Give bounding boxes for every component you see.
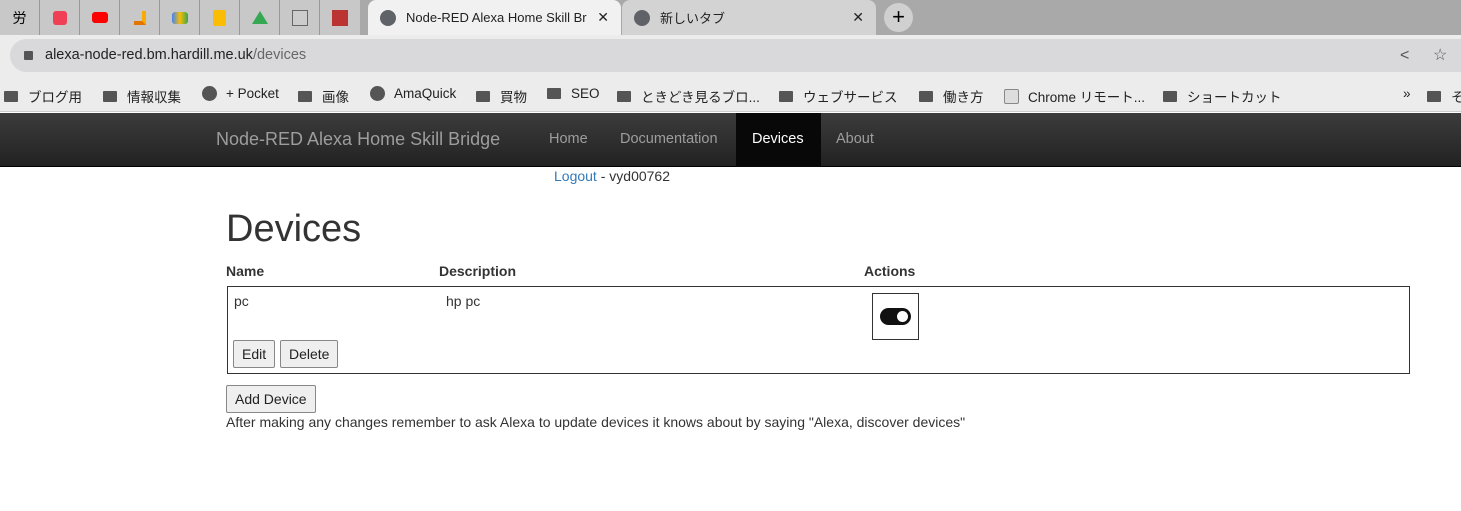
tab-new-tab[interactable]: 新しいタブ ✕	[622, 0, 876, 35]
bookmarks-overflow-button[interactable]: »	[1403, 86, 1411, 101]
pinned-tab-youtube[interactable]	[80, 0, 120, 35]
close-tab-icon[interactable]: ✕	[597, 9, 609, 26]
device-description: hp pc	[446, 293, 481, 309]
folder-icon	[298, 90, 312, 102]
site-image-icon	[291, 9, 308, 26]
page-title: Devices	[226, 208, 362, 250]
drive-icon	[251, 11, 268, 24]
nav-devices[interactable]: Devices	[736, 113, 821, 167]
site-image-icon	[332, 9, 348, 26]
site-brand[interactable]: Node-RED Alexa Home Skill Bridge	[216, 129, 500, 150]
folder-icon	[103, 90, 117, 102]
column-header-name: Name	[226, 263, 265, 279]
bookmark-item[interactable]: 情報収集	[103, 86, 181, 106]
username: vyd00762	[609, 168, 670, 184]
bookmark-item[interactable]: 働き方	[919, 86, 984, 106]
chrome-remote-icon	[1004, 88, 1019, 104]
folder-icon	[547, 88, 561, 99]
analytics-icon	[133, 10, 146, 25]
toggle-switch-on[interactable]	[880, 308, 911, 325]
bookmark-item[interactable]: AmaQuick	[370, 86, 456, 101]
nav-documentation[interactable]: Documentation	[604, 113, 734, 167]
tab-strip: 労 Node-RED Alexa Home Skill Br ✕ 新しいタブ ✕…	[0, 0, 1461, 35]
address-bar[interactable]: alexa-node-red.bm.hardill.me.uk/devices …	[10, 39, 1461, 72]
bookmark-item[interactable]: ブログ用	[4, 86, 82, 106]
pocket-icon	[52, 10, 67, 25]
bookmark-item[interactable]: Chrome リモート...	[1004, 86, 1145, 106]
keep-icon	[213, 9, 226, 26]
device-name: pc	[234, 293, 249, 309]
pinned-tab-kanji[interactable]: 労	[0, 0, 40, 35]
bookmark-item[interactable]: 買物	[476, 86, 527, 106]
google-ads-icon	[171, 11, 188, 24]
bookmark-item[interactable]: ウェブサービス	[779, 86, 898, 106]
folder-icon	[779, 90, 793, 102]
pinned-tab-ads[interactable]	[160, 0, 200, 35]
delete-button[interactable]: Delete	[280, 340, 339, 368]
bookmark-item[interactable]: + Pocket	[202, 86, 279, 101]
star-icon[interactable]: ☆	[1433, 39, 1447, 72]
globe-icon	[370, 86, 385, 101]
new-tab-button[interactable]: +	[884, 3, 913, 32]
bookmark-item[interactable]: 画像	[298, 86, 349, 106]
pinned-tab-keep[interactable]	[200, 0, 240, 35]
column-header-actions: Actions	[864, 263, 916, 279]
device-toggle[interactable]	[872, 293, 919, 340]
user-info: Logout - vyd00762	[554, 168, 670, 184]
column-header-description: Description	[439, 263, 517, 279]
globe-icon	[202, 86, 217, 101]
globe-icon	[380, 9, 396, 26]
device-row: pc hp pc Edit Delete	[227, 286, 1410, 374]
pinned-tab-analytics[interactable]	[120, 0, 160, 35]
folder-icon	[919, 90, 933, 102]
logout-link[interactable]: Logout	[554, 168, 597, 184]
folder-icon	[4, 90, 18, 102]
bookmarks-bar: ブログ用 情報収集 + Pocket 画像 AmaQuick 買物 SEO とき…	[0, 77, 1461, 112]
toolbar: alexa-node-red.bm.hardill.me.uk/devices …	[0, 35, 1461, 77]
add-device-button[interactable]: Add Device	[226, 385, 316, 413]
nav-home[interactable]: Home	[533, 113, 604, 167]
nav-about[interactable]: About	[820, 113, 890, 167]
bookmark-item[interactable]: ショートカット	[1163, 86, 1282, 106]
pinned-tab-image[interactable]	[280, 0, 320, 35]
bookmark-item[interactable]: SEO	[547, 86, 600, 101]
chrome-icon	[634, 9, 650, 26]
folder-icon	[617, 90, 631, 102]
site-navbar: Node-RED Alexa Home Skill Bridge Home Do…	[0, 113, 1461, 167]
edit-button[interactable]: Edit	[233, 340, 276, 368]
discover-note: After making any changes remember to ask…	[226, 414, 966, 430]
folder-icon	[1427, 90, 1441, 102]
folder-icon	[1163, 90, 1177, 102]
lock-icon	[24, 51, 33, 60]
tab-active[interactable]: Node-RED Alexa Home Skill Br ✕	[368, 0, 621, 35]
bookmark-item[interactable]: ときどき見るブロ...	[617, 86, 760, 106]
pinned-tab-pocket[interactable]	[40, 0, 80, 35]
bookmark-item[interactable]: そ	[1427, 86, 1461, 106]
pinned-tab-drive[interactable]	[240, 0, 280, 35]
youtube-icon	[91, 12, 108, 23]
pinned-tab-image2[interactable]	[320, 0, 360, 35]
folder-icon	[476, 90, 490, 102]
close-tab-icon[interactable]: ✕	[852, 9, 864, 26]
share-icon[interactable]: <	[1400, 39, 1409, 72]
